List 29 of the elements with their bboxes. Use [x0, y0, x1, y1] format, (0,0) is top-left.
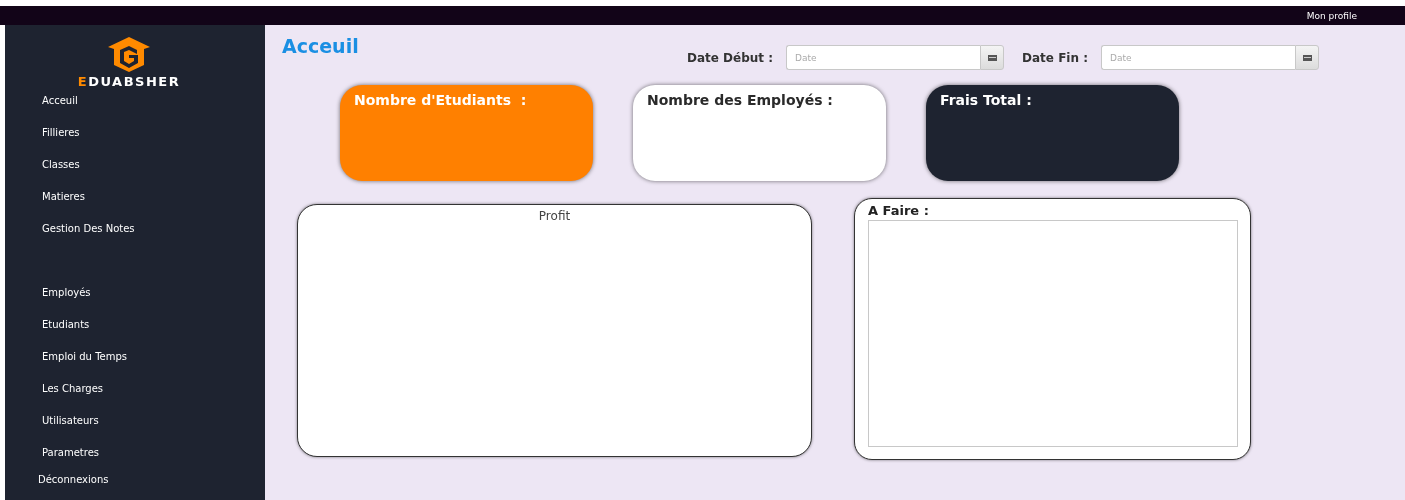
stat-card-title: Frais Total : — [940, 92, 1032, 108]
date-label: Date Début : — [687, 50, 774, 65]
brand-name: EDUABSHER — [77, 74, 181, 89]
sidebar-item[interactable]: Classes — [5, 149, 80, 181]
stat-card-title: Nombre des Employés : — [647, 92, 833, 108]
date-label: Date Fin : — [1022, 50, 1088, 65]
stat-card-title: Nombre d'Etudiants : — [354, 92, 527, 108]
page-title: Acceuil — [282, 35, 360, 57]
panel-title: Profit — [538, 209, 571, 223]
panel-title: A Faire : — [868, 203, 929, 218]
calendar-button[interactable] — [980, 45, 1005, 70]
sidebar-item[interactable]: Gestion Des Notes — [5, 213, 135, 245]
sidebar-item[interactable]: Fillieres — [5, 117, 80, 149]
graduation-cap-logo-icon — [106, 35, 152, 73]
sidebar-item[interactable]: Emploi du Temps — [5, 341, 127, 373]
date-field[interactable]: Date — [786, 45, 981, 70]
sidebar-item[interactable]: Parametres — [5, 437, 100, 469]
sidebar-item[interactable]: Acceuil — [5, 85, 78, 117]
date-field[interactable]: Date — [1101, 45, 1295, 70]
logout-link[interactable]: Déconnexions — [5, 470, 109, 490]
calendar-button[interactable] — [1295, 45, 1319, 70]
sidebar-item[interactable]: Les Charges — [5, 373, 104, 405]
calendar-icon — [987, 54, 997, 61]
sidebar-item[interactable]: Matieres — [5, 181, 85, 213]
profile-link[interactable]: Mon profile — [1306, 10, 1357, 21]
sidebar-item[interactable]: Utilisateurs — [5, 405, 99, 437]
sidebar-item[interactable]: Employés — [5, 277, 91, 309]
sidebar-item[interactable]: Etudiants — [5, 309, 90, 341]
calendar-icon — [1302, 54, 1312, 61]
